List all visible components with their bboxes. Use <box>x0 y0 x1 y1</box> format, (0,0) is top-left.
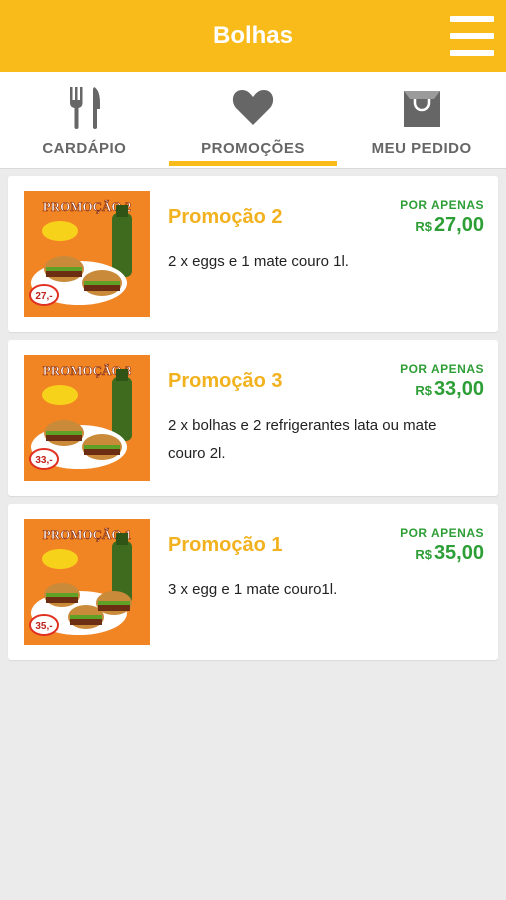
active-tab-indicator <box>168 161 338 166</box>
price-value: 35,00 <box>433 542 484 564</box>
promotion-description: 3 x egg e 1 mate couro1l. <box>168 581 338 598</box>
tab-meu-pedido[interactable]: MEU PEDIDO <box>337 72 506 168</box>
price-label: POR APENAS <box>400 362 484 376</box>
promotion-image: PROMOÇÃO 1 35,- <box>24 519 150 645</box>
promotion-card[interactable]: PROMOÇÃO 1 35,- Promoção 1 3 x egg e 1 m… <box>8 504 498 660</box>
promotion-title: Promoção 2 <box>168 206 283 228</box>
promotion-image-price: 35,- <box>35 621 52 632</box>
promotion-description: 2 x eggs e 1 mate couro 1l. <box>168 253 349 270</box>
app-header: Bolhas <box>0 0 506 72</box>
tab-promocoes[interactable]: PROMOÇÕES <box>168 72 338 168</box>
promotion-image: PROMOÇÃO 3 33,- <box>24 355 150 481</box>
promotion-title: Promoção 3 <box>168 370 283 392</box>
hamburger-menu-icon[interactable] <box>450 16 494 56</box>
promotion-price: R$ 35,00 <box>415 542 484 565</box>
promotion-list: PROMOÇÃO 2 27,- Promoção 2 2 x eggs e 1 … <box>8 176 498 668</box>
app-title: Bolhas <box>212 22 293 49</box>
tab-label: PROMOÇÕES <box>201 140 305 157</box>
tab-bar: CARDÁPIO PROMOÇÕES MEU PEDIDO <box>0 72 506 169</box>
promotion-title: Promoção 1 <box>168 534 283 556</box>
currency: R$ <box>415 219 432 234</box>
promotion-price: R$ 27,00 <box>415 214 484 237</box>
promotion-price: R$ 33,00 <box>415 378 484 401</box>
promotion-image-price: 27,- <box>35 291 52 302</box>
price-value: 27,00 <box>433 214 484 236</box>
tab-label: MEU PEDIDO <box>371 140 472 157</box>
promotion-card[interactable]: PROMOÇÃO 3 33,- Promoção 3 2 x bolhas e … <box>8 340 498 496</box>
currency: R$ <box>415 383 432 398</box>
shopping-bag-icon <box>400 84 444 130</box>
price-label: POR APENAS <box>400 198 484 212</box>
promotion-description: 2 x bolhas e 2 refrigerantes lata ou mat… <box>168 417 437 462</box>
promotion-image-price: 33,- <box>35 455 52 466</box>
tab-cardapio[interactable]: CARDÁPIO <box>0 72 169 168</box>
heart-icon <box>231 84 275 130</box>
promotion-image: PROMOÇÃO 2 27,- <box>24 191 150 317</box>
fork-knife-icon <box>67 84 101 130</box>
tab-label: CARDÁPIO <box>42 140 127 157</box>
price-label: POR APENAS <box>400 526 484 540</box>
promotion-card[interactable]: PROMOÇÃO 2 27,- Promoção 2 2 x eggs e 1 … <box>8 176 498 332</box>
price-value: 33,00 <box>433 378 484 400</box>
currency: R$ <box>415 547 432 562</box>
